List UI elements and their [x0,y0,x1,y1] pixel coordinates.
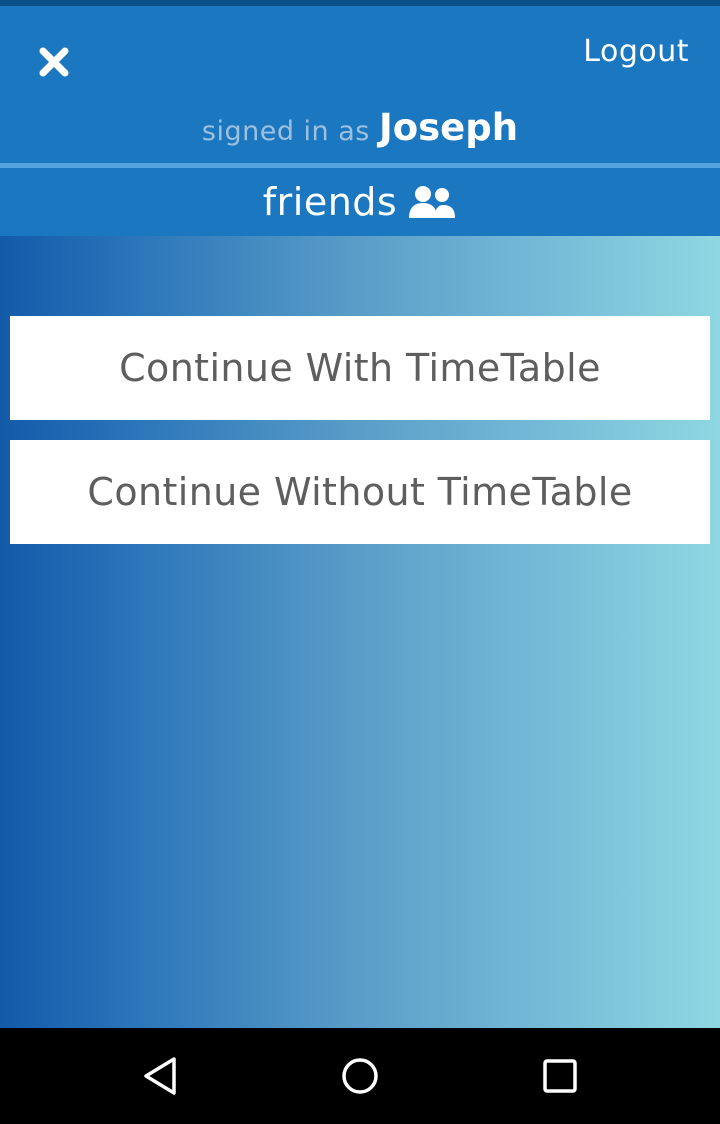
home-button[interactable] [340,1056,380,1096]
main-content: Continue With TimeTable Continue Without… [0,236,720,1028]
logout-link[interactable]: Logout [583,34,689,69]
friends-label: friends [262,180,398,224]
home-circle-icon [342,1058,378,1094]
close-button[interactable] [34,42,74,82]
continue-with-timetable-button[interactable]: Continue With TimeTable [10,316,710,420]
signed-in-status: signed in as Joseph [0,106,720,149]
app-screen: Logout signed in as Joseph friends Conti… [0,0,720,1124]
friends-button[interactable]: friends [0,168,720,236]
recents-button[interactable] [540,1056,580,1096]
continue-without-timetable-button[interactable]: Continue Without TimeTable [10,440,710,544]
back-triangle-icon [144,1057,176,1095]
top-header: Logout signed in as Joseph [0,0,720,163]
back-button[interactable] [140,1056,180,1096]
close-icon [39,47,69,77]
signed-in-prefix: signed in as [201,116,370,147]
users-icon [407,184,457,220]
username-label: Joseph [378,106,519,149]
android-nav-bar [0,1028,720,1124]
recents-square-icon [543,1059,577,1093]
